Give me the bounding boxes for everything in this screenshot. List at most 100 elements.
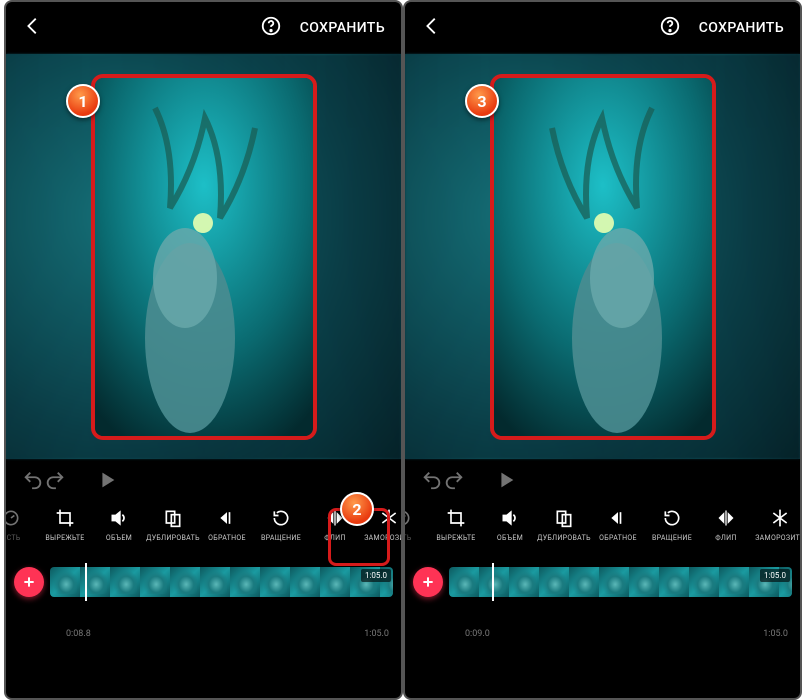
timeline-thumb[interactable] <box>659 567 689 597</box>
tool-flip[interactable]: ФЛИП <box>699 505 753 542</box>
phone-screen-right: СОХРАНИТЬ <box>403 0 802 700</box>
current-time: 0:08.8 <box>66 629 91 639</box>
flip-icon <box>699 505 753 531</box>
add-clip-button[interactable] <box>413 567 443 597</box>
current-time: 0:09.0 <box>465 629 490 639</box>
timeline-thumb[interactable] <box>569 567 599 597</box>
timeline-thumb[interactable] <box>539 567 569 597</box>
undo-icon[interactable] <box>22 469 44 495</box>
back-icon[interactable] <box>421 15 443 41</box>
tool-freeze[interactable]: ЗАМОРОЗИТЬ <box>753 505 800 542</box>
tool-rotate[interactable]: ВРАЩЕНИЕ <box>645 505 699 542</box>
timeline-thumb[interactable] <box>689 567 719 597</box>
reverse-icon <box>591 505 645 531</box>
callout-1: 1 <box>66 84 100 118</box>
timeline-thumb[interactable] <box>629 567 659 597</box>
freeze-icon <box>753 505 800 531</box>
callout-3: 3 <box>465 84 499 118</box>
tool-volume[interactable]: ОБЪЕМ <box>483 505 537 542</box>
timeline-thumb[interactable] <box>110 567 140 597</box>
phone-screen-left: СОХРАНИТЬ <box>4 0 403 700</box>
playback-bar <box>6 459 401 505</box>
video-preview[interactable] <box>405 54 800 459</box>
redo-icon[interactable] <box>443 469 465 495</box>
bottom-toolbar: ОСТЬВЫРЕЖЬТЕОБЪЕМДУБЛИРОВАТЬОБРАТНОЕВРАЩ… <box>403 505 800 561</box>
preview-frame <box>490 74 716 440</box>
playback-bar <box>405 459 800 505</box>
tool-speed[interactable]: ОСТЬ <box>403 505 429 542</box>
timeline-thumb[interactable] <box>260 567 290 597</box>
save-button[interactable]: СОХРАНИТЬ <box>699 20 784 36</box>
tool-label: ФЛИП <box>308 534 362 542</box>
tool-label: ОБЪЕМ <box>483 534 537 542</box>
help-icon[interactable] <box>260 15 282 41</box>
volume-icon <box>483 505 537 531</box>
callout-2: 2 <box>340 492 374 526</box>
back-icon[interactable] <box>22 15 44 41</box>
timeline-thumb[interactable] <box>50 567 80 597</box>
undo-icon[interactable] <box>421 469 443 495</box>
tool-speed[interactable]: ОСТЬ <box>4 505 38 542</box>
help-icon[interactable] <box>659 15 681 41</box>
timeline-thumb[interactable] <box>599 567 629 597</box>
tool-reverse[interactable]: ОБРАТНОЕ <box>591 505 645 542</box>
tool-crop[interactable]: ВЫРЕЖЬТЕ <box>429 505 483 542</box>
duplicate-icon <box>146 505 200 531</box>
tool-crop[interactable]: ВЫРЕЖЬТЕ <box>38 505 92 542</box>
duration-badge: 1:05.0 <box>760 569 790 582</box>
tool-label: ФЛИП <box>699 534 753 542</box>
tool-label: ВРАЩЕНИЕ <box>645 534 699 542</box>
speed-icon <box>4 505 38 531</box>
redo-icon[interactable] <box>44 469 66 495</box>
tool-label: ВЫРЕЖЬТЕ <box>38 534 92 542</box>
timeline-thumb[interactable] <box>320 567 350 597</box>
playhead[interactable] <box>492 563 494 601</box>
rotate-icon <box>645 505 699 531</box>
crop-icon <box>429 505 483 531</box>
timeline-thumb[interactable] <box>140 567 170 597</box>
top-bar: СОХРАНИТЬ <box>6 2 401 54</box>
tool-reverse[interactable]: ОБРАТНОЕ <box>200 505 254 542</box>
timeline-strip[interactable] <box>449 567 792 597</box>
timeline[interactable]: 1:05.0 <box>6 561 401 625</box>
timeline-thumb[interactable] <box>200 567 230 597</box>
add-clip-button[interactable] <box>14 567 44 597</box>
timeline-thumb[interactable] <box>170 567 200 597</box>
speed-icon <box>403 505 429 531</box>
timeline-thumb[interactable] <box>449 567 479 597</box>
playhead[interactable] <box>85 563 87 601</box>
rotate-icon <box>254 505 308 531</box>
video-preview[interactable] <box>6 54 401 459</box>
tool-label: ЗАМОРОЗИТЬ <box>362 534 401 542</box>
tool-label: ОБЪЕМ <box>92 534 146 542</box>
timeline-thumb[interactable] <box>479 567 509 597</box>
play-icon[interactable] <box>495 469 517 495</box>
duplicate-icon <box>537 505 591 531</box>
time-ruler: 0:09.0 1:05.0 <box>405 625 800 647</box>
preview-frame <box>91 74 317 440</box>
tool-rotate[interactable]: ВРАЩЕНИЕ <box>254 505 308 542</box>
timeline-thumb[interactable] <box>290 567 320 597</box>
tool-duplicate[interactable]: ДУБЛИРОВАТЬ <box>146 505 200 542</box>
save-button[interactable]: СОХРАНИТЬ <box>300 20 385 36</box>
tool-duplicate[interactable]: ДУБЛИРОВАТЬ <box>537 505 591 542</box>
total-time: 1:05.0 <box>763 629 788 639</box>
duration-badge: 1:05.0 <box>361 569 391 582</box>
tool-label: ОСТЬ <box>403 534 429 542</box>
tool-label: ДУБЛИРОВАТЬ <box>537 534 591 542</box>
tool-volume[interactable]: ОБЪЕМ <box>92 505 146 542</box>
timeline-thumb[interactable] <box>230 567 260 597</box>
timeline-thumb[interactable] <box>719 567 749 597</box>
top-bar: СОХРАНИТЬ <box>405 2 800 54</box>
timeline[interactable]: 1:05.0 <box>405 561 800 625</box>
timeline-thumb[interactable] <box>509 567 539 597</box>
tool-label: ДУБЛИРОВАТЬ <box>146 534 200 542</box>
total-time: 1:05.0 <box>364 629 389 639</box>
reverse-icon <box>200 505 254 531</box>
time-ruler: 0:08.8 1:05.0 <box>6 625 401 647</box>
tool-label: ОСТЬ <box>4 534 38 542</box>
play-icon[interactable] <box>96 469 118 495</box>
timeline-strip[interactable] <box>50 567 393 597</box>
tool-label: ОБРАТНОЕ <box>591 534 645 542</box>
crop-icon <box>38 505 92 531</box>
